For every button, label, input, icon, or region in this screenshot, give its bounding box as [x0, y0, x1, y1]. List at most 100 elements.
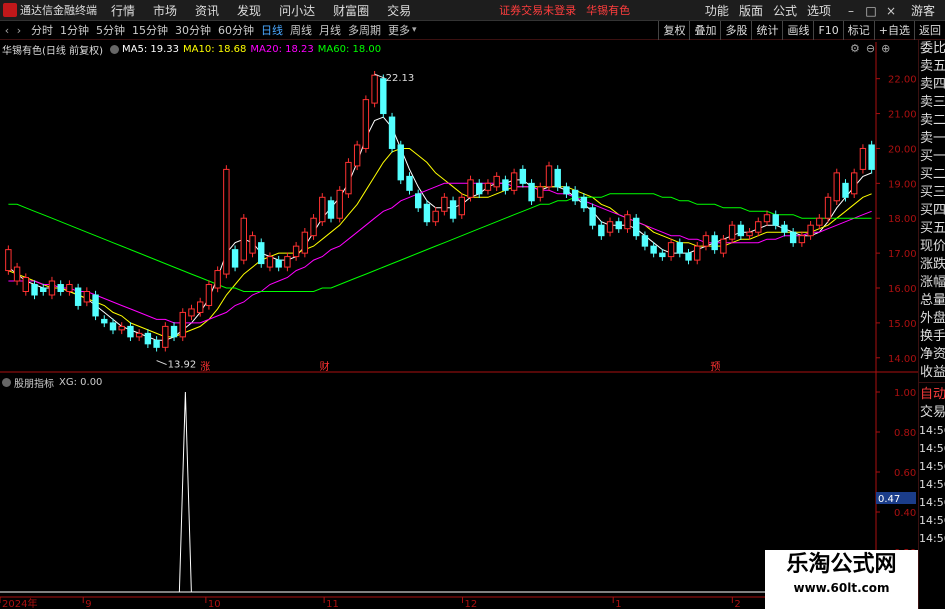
period-more[interactable]: 更多: [388, 22, 410, 38]
candle-body: [319, 196, 326, 223]
overlay-button[interactable]: 叠加: [689, 21, 720, 40]
period-intraday[interactable]: 分时: [31, 22, 53, 38]
period-daily[interactable]: 日线: [261, 22, 283, 38]
quote-field-10: 买五: [920, 221, 945, 236]
zoom-out-icon[interactable]: ⊖: [866, 42, 875, 56]
mark-button[interactable]: 标记: [842, 21, 874, 40]
menu-trade[interactable]: 交易: [387, 2, 411, 19]
candle-body: [833, 172, 840, 202]
price-tick-label: 18.00: [888, 214, 917, 225]
candle-body: [101, 318, 108, 324]
back-button[interactable]: 返回: [914, 21, 945, 40]
more-chevron-icon[interactable]: ▾: [412, 25, 417, 35]
draw-line-button[interactable]: 画线: [782, 21, 813, 40]
period-weekly[interactable]: 周线: [290, 22, 312, 38]
candle-body: [414, 193, 422, 209]
site-watermark: 乐淘公式网 www.60lt.com: [765, 550, 918, 609]
guest-user[interactable]: 游客: [911, 2, 935, 19]
candle-body: [162, 325, 169, 348]
period-30min[interactable]: 30分钟: [175, 22, 211, 38]
candle-body: [249, 235, 256, 254]
nav-forward-icon[interactable]: ›: [14, 24, 24, 37]
candle-body: [755, 221, 762, 233]
settings-icon[interactable]: ⚙: [850, 42, 860, 56]
stats-button[interactable]: 统计: [751, 21, 782, 40]
close-icon[interactable]: ×: [881, 4, 901, 18]
chart-tools: ⚙ ⊖ ⊕: [850, 42, 890, 56]
candle-body: [275, 259, 282, 268]
indicator-current-box: [876, 492, 916, 504]
period-monthly[interactable]: 月线: [319, 22, 341, 38]
menu-ask-xiaoda[interactable]: 问小达: [279, 2, 315, 19]
quote-field-0: 委比: [920, 41, 945, 56]
menu-formula[interactable]: 公式: [773, 2, 797, 19]
candle-body: [258, 242, 265, 265]
app-window: 通达信金融终端 行情 市场 资讯 发现 问小达 财富圈 交易 证券交易未登录 华…: [0, 0, 945, 609]
candle-body: [5, 249, 12, 272]
period-1min[interactable]: 1分钟: [60, 22, 89, 38]
quote-field-13: 涨幅: [920, 275, 945, 290]
side-tab-1[interactable]: 交易: [919, 404, 945, 422]
candle-body: [641, 235, 649, 247]
candle-body: [371, 74, 378, 104]
indicator-collapse-icon[interactable]: [2, 378, 11, 387]
candle-body: [528, 182, 535, 202]
candle-body: [214, 270, 221, 289]
moving-averages: [8, 116, 872, 341]
side-tab-0[interactable]: 自动: [919, 386, 945, 404]
candle-body: [327, 200, 335, 219]
menu-news[interactable]: 资讯: [195, 2, 219, 19]
menu-wealth-circle[interactable]: 财富圈: [333, 2, 369, 19]
menu-options[interactable]: 选项: [807, 2, 831, 19]
menu-market[interactable]: 市场: [153, 2, 177, 19]
candle-body: [441, 196, 448, 212]
zoom-in-icon[interactable]: ⊕: [881, 42, 890, 56]
indicator-label: 股朋指标 XG: 0.00: [2, 375, 102, 390]
maximize-icon[interactable]: □: [861, 4, 881, 18]
app-logo-icon: [3, 3, 17, 17]
period-60min[interactable]: 60分钟: [218, 22, 254, 38]
tick-time-4: 14:56: [919, 496, 945, 509]
candle-body: [772, 214, 779, 226]
candle-body: [135, 332, 143, 338]
candle-body: [537, 186, 544, 198]
high-price-label: 22.13: [386, 73, 415, 84]
candle-body: [231, 249, 239, 268]
candle-body: [850, 172, 858, 195]
time-tick-label: 9: [85, 599, 91, 609]
tick-time-0: 14:56: [919, 424, 945, 437]
candle-body: [31, 284, 38, 296]
candle-body: [353, 144, 361, 167]
period-5min[interactable]: 5分钟: [96, 22, 125, 38]
candle-body: [310, 217, 317, 237]
candle-body: [868, 144, 875, 170]
adjust-button[interactable]: 复权: [658, 21, 689, 40]
menu-market-quotes[interactable]: 行情: [111, 2, 135, 19]
chart-axes: 22.0021.0020.0019.0018.0017.0016.0015.00…: [0, 42, 918, 609]
candle-body: [493, 175, 500, 188]
menu-function[interactable]: 功能: [705, 2, 729, 19]
login-notice[interactable]: 证券交易未登录: [499, 2, 576, 18]
add-watchlist-button[interactable]: +自选: [873, 21, 914, 40]
f10-button[interactable]: F10: [813, 21, 842, 40]
nav-back-icon[interactable]: ‹: [2, 24, 12, 37]
quote-field-4: 卖二: [920, 113, 945, 128]
multi-stock-button[interactable]: 多股: [720, 21, 751, 40]
period-multi[interactable]: 多周期: [348, 22, 381, 38]
period-15min[interactable]: 15分钟: [132, 22, 168, 38]
quote-field-15: 外盘: [920, 311, 945, 326]
candle-body: [737, 224, 745, 237]
minimize-icon[interactable]: –: [841, 4, 861, 18]
collapse-icon[interactable]: [109, 44, 119, 54]
time-tick-label: 1: [615, 599, 621, 609]
event-marker: 预: [710, 361, 720, 373]
quote-field-16: 换手: [920, 329, 945, 344]
candle-body: [153, 339, 160, 348]
indicator-tick-label: 0.40: [894, 508, 916, 519]
menu-discover[interactable]: 发现: [237, 2, 261, 19]
tick-time-6: 14:56: [919, 532, 945, 545]
quote-field-2: 卖四: [920, 77, 945, 92]
watermark-url: www.60lt.com: [793, 581, 890, 595]
tick-time-5: 14:56: [919, 514, 945, 527]
menu-layout[interactable]: 版面: [739, 2, 763, 19]
